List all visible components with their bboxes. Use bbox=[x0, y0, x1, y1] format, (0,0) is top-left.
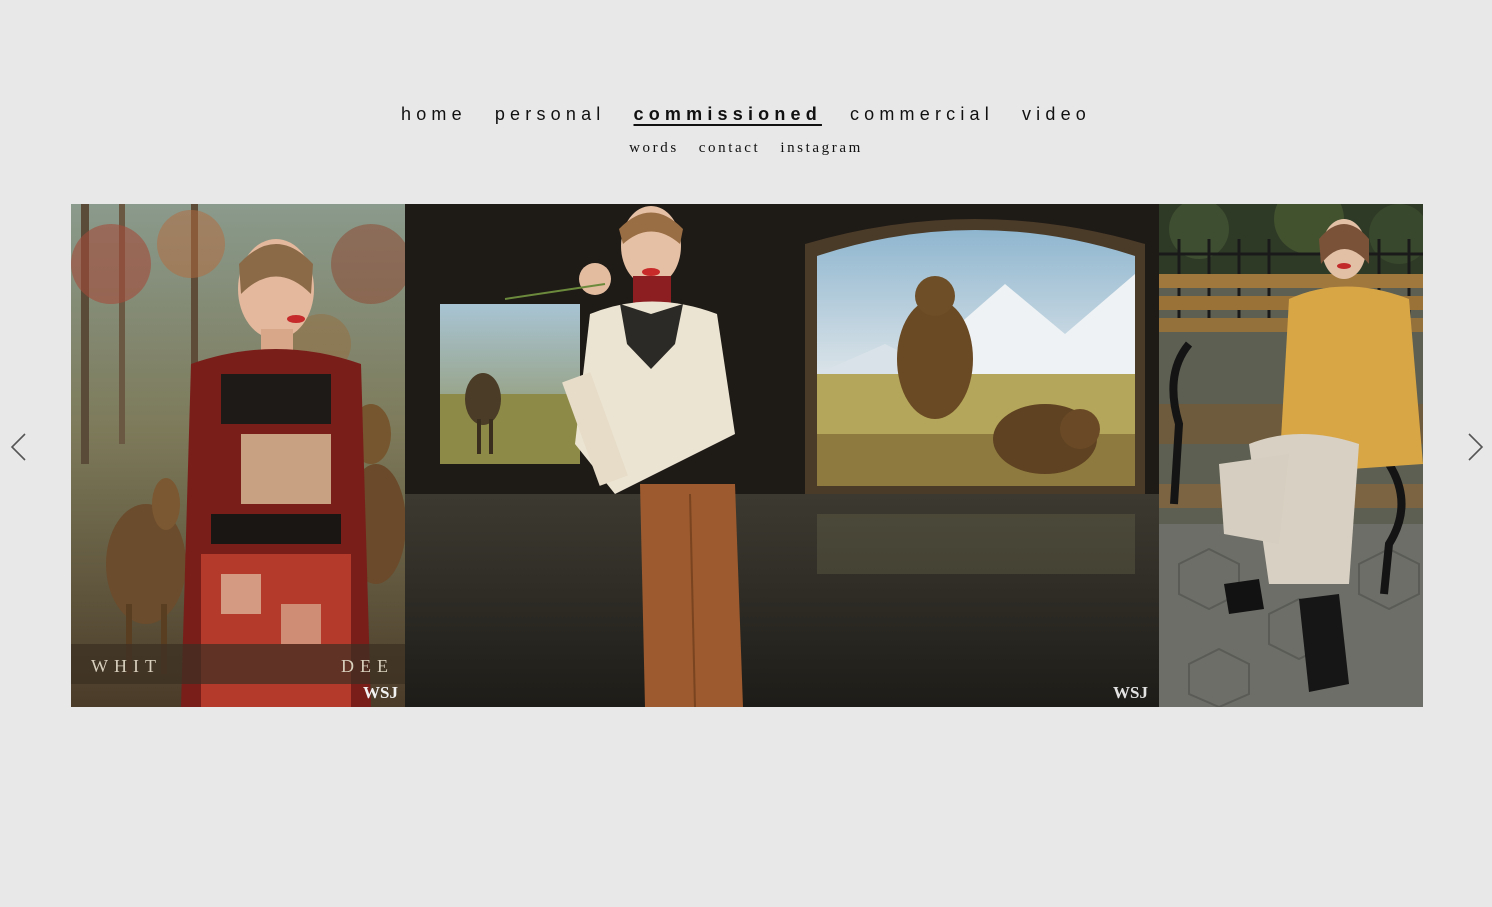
next-arrow-button[interactable] bbox=[1464, 432, 1486, 462]
nav-contact-link[interactable]: contact bbox=[699, 138, 761, 158]
diorama-label-right: DEE bbox=[341, 656, 394, 676]
chevron-right-icon bbox=[1468, 433, 1484, 461]
prev-arrow-button[interactable] bbox=[8, 432, 30, 462]
nav-personal-link[interactable]: personal bbox=[495, 100, 606, 128]
wsj-logo: WSJ bbox=[363, 683, 398, 702]
nav-commissioned-link[interactable]: commissioned bbox=[634, 100, 822, 128]
gallery-photo-3[interactable] bbox=[1159, 204, 1423, 707]
gallery-photo-1[interactable]: WHIT DEE WSJ bbox=[71, 204, 405, 707]
nav-commercial-link[interactable]: commercial bbox=[850, 100, 994, 128]
secondary-nav: words contact instagram bbox=[0, 138, 1492, 158]
primary-nav: home personal commissioned commercial vi… bbox=[0, 100, 1492, 128]
wsj-logo: WSJ bbox=[1113, 683, 1148, 702]
nav-instagram-link[interactable]: instagram bbox=[780, 138, 863, 158]
photo-park-bench bbox=[1159, 204, 1423, 707]
photo-bear-diorama: WSJ bbox=[405, 204, 1159, 707]
nav-words-link[interactable]: words bbox=[629, 138, 679, 158]
photo-deer-diorama: WHIT DEE WSJ bbox=[71, 204, 405, 707]
gallery-photo-2[interactable]: WSJ bbox=[405, 204, 1159, 707]
chevron-left-icon bbox=[10, 433, 26, 461]
nav-home-link[interactable]: home bbox=[401, 100, 467, 128]
nav-video-link[interactable]: video bbox=[1022, 100, 1091, 128]
photo-gallery: WHIT DEE WSJ WSJ bbox=[71, 204, 1423, 707]
diorama-label-left: WHIT bbox=[91, 656, 162, 676]
